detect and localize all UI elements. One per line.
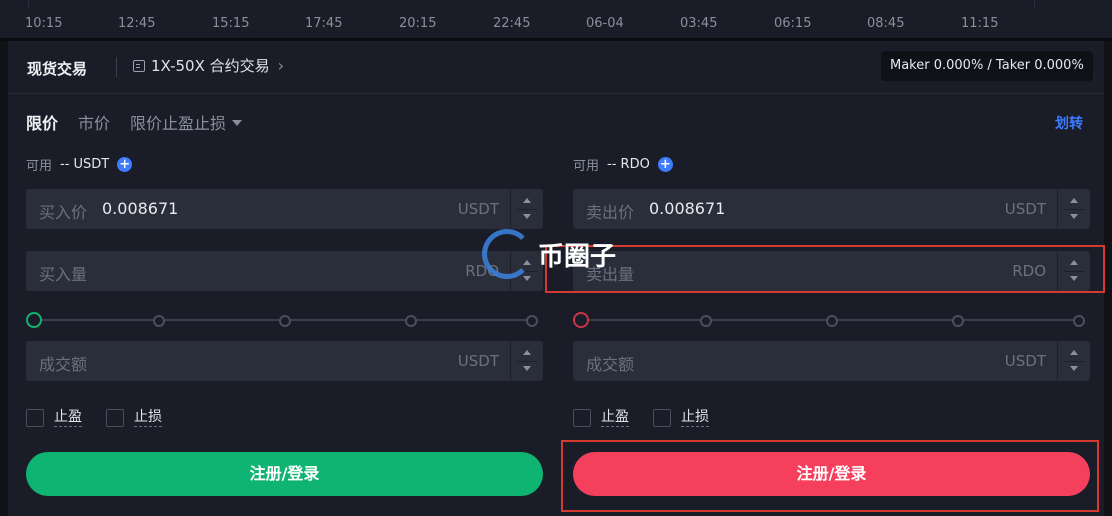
checkbox-label: 止盈: [601, 409, 629, 427]
axis-tick: 17:45: [305, 16, 343, 31]
field-label: 买入量: [39, 265, 88, 284]
increment-icon[interactable]: [1070, 350, 1078, 355]
axis-tick: 22:45: [493, 16, 531, 31]
decrement-icon[interactable]: [523, 214, 531, 219]
increment-icon[interactable]: [1070, 198, 1078, 203]
buy-take-profit-checkbox[interactable]: 止盈: [26, 408, 82, 427]
axis-tick: 06-04: [586, 16, 624, 31]
sell-percent-slider[interactable]: [573, 312, 1085, 328]
slider-stop-75[interactable]: [952, 315, 964, 327]
checkbox[interactable]: [573, 408, 591, 427]
order-type-tabs: 限价 市价 限价止盈止损: [26, 110, 243, 134]
decrement-icon[interactable]: [1070, 366, 1078, 371]
chevron-right-icon: ›: [277, 56, 285, 75]
checkbox-label: 止损: [681, 409, 709, 427]
checkbox-label: 止盈: [54, 409, 82, 427]
total-stepper[interactable]: [1057, 341, 1090, 381]
decrement-icon[interactable]: [523, 276, 531, 281]
tab-spot-trading[interactable]: 现货交易: [27, 58, 87, 79]
checkbox[interactable]: [26, 408, 44, 427]
axis-tick: 06:15: [774, 16, 812, 31]
decrement-icon[interactable]: [1070, 214, 1078, 219]
quantity-stepper[interactable]: [510, 251, 543, 291]
checkbox[interactable]: [653, 408, 671, 427]
buy-register-login-button[interactable]: 注册/登录: [26, 452, 543, 496]
transfer-link[interactable]: 划转: [1055, 113, 1083, 133]
sell-price-field[interactable]: 卖出价 0.008671 USDT: [573, 189, 1090, 229]
slider-stop-50[interactable]: [279, 315, 291, 327]
available-label: 可用: [573, 159, 600, 174]
field-unit: USDT: [1004, 200, 1046, 218]
slider-stop-25[interactable]: [700, 315, 712, 327]
checkbox-label: 止损: [134, 409, 162, 427]
available-label: 可用: [26, 159, 53, 174]
deposit-plus-icon[interactable]: +: [657, 157, 673, 172]
increment-icon[interactable]: [523, 350, 531, 355]
buy-available: 可用 -- USDT +: [26, 155, 133, 174]
caret-down-icon: [232, 120, 243, 126]
available-value: -- USDT: [60, 157, 110, 172]
axis-tick: 12:45: [118, 16, 156, 31]
field-unit: USDT: [1004, 352, 1046, 370]
field-value: 0.008671: [649, 199, 726, 218]
slider-handle[interactable]: [573, 312, 589, 328]
futures-label: 1X-50X 合约交易: [151, 57, 270, 75]
highlight-box-button: [561, 440, 1099, 512]
contract-icon: [133, 59, 145, 72]
field-unit: USDT: [457, 352, 499, 370]
right-scrollbar[interactable]: [1104, 41, 1112, 516]
buy-quantity-field[interactable]: 买入量 RDO: [26, 251, 543, 291]
increment-icon[interactable]: [523, 260, 531, 265]
checkbox[interactable]: [106, 408, 124, 427]
slider-stop-100[interactable]: [526, 315, 538, 327]
axis-tick: 15:15: [212, 16, 250, 31]
tab-futures-trading[interactable]: 1X-50X 合约交易 ›: [133, 55, 284, 76]
highlight-box-quantity: [545, 245, 1105, 293]
axis-tick: 08:45: [867, 16, 905, 31]
slider-handle[interactable]: [26, 312, 42, 328]
price-stepper[interactable]: [510, 189, 543, 229]
field-unit: RDO: [465, 262, 499, 280]
field-value: 0.008671: [102, 199, 179, 218]
sell-available: 可用 -- RDO +: [573, 155, 673, 174]
trade-panel-header: 现货交易 1X-50X 合约交易 › Maker 0.000% / Taker …: [8, 41, 1104, 94]
total-stepper[interactable]: [510, 341, 543, 381]
axis-tick: 20:15: [399, 16, 437, 31]
deposit-plus-icon[interactable]: +: [117, 157, 133, 172]
axis-tick: 10:15: [25, 16, 63, 31]
tab-limit[interactable]: 限价: [26, 110, 58, 134]
sell-stop-loss-checkbox[interactable]: 止损: [653, 408, 709, 427]
decrement-icon[interactable]: [523, 366, 531, 371]
sell-total-field[interactable]: 成交额 USDT: [573, 341, 1090, 381]
buy-stop-loss-checkbox[interactable]: 止损: [106, 408, 162, 427]
slider-stop-75[interactable]: [405, 315, 417, 327]
field-label: 成交额: [586, 355, 635, 374]
axis-tick: 11:15: [961, 16, 999, 31]
fee-rate-badge: Maker 0.000% / Taker 0.000%: [881, 51, 1093, 81]
field-unit: USDT: [457, 200, 499, 218]
buy-price-field[interactable]: 买入价 0.008671 USDT: [26, 189, 543, 229]
buy-total-field[interactable]: 成交额 USDT: [26, 341, 543, 381]
tab-market[interactable]: 市价: [78, 110, 110, 134]
field-label: 买入价: [39, 203, 88, 222]
tab-stop-limit[interactable]: 限价止盈止损: [130, 110, 243, 134]
left-gutter: [0, 41, 8, 516]
chart-time-axis: 10:15 12:45 15:15 17:45 20:15 22:45 06-0…: [0, 0, 1112, 41]
tab-stop-limit-label: 限价止盈止损: [130, 114, 227, 133]
field-label: 成交额: [39, 355, 88, 374]
increment-icon[interactable]: [523, 198, 531, 203]
divider: [116, 57, 117, 77]
slider-stop-100[interactable]: [1073, 315, 1085, 327]
slider-stop-50[interactable]: [826, 315, 838, 327]
slider-stop-25[interactable]: [153, 315, 165, 327]
sell-take-profit-checkbox[interactable]: 止盈: [573, 408, 629, 427]
axis-tick: 03:45: [680, 16, 718, 31]
available-value: -- RDO: [607, 157, 650, 172]
field-label: 卖出价: [586, 203, 635, 222]
price-stepper[interactable]: [1057, 189, 1090, 229]
buy-percent-slider[interactable]: [26, 312, 538, 328]
